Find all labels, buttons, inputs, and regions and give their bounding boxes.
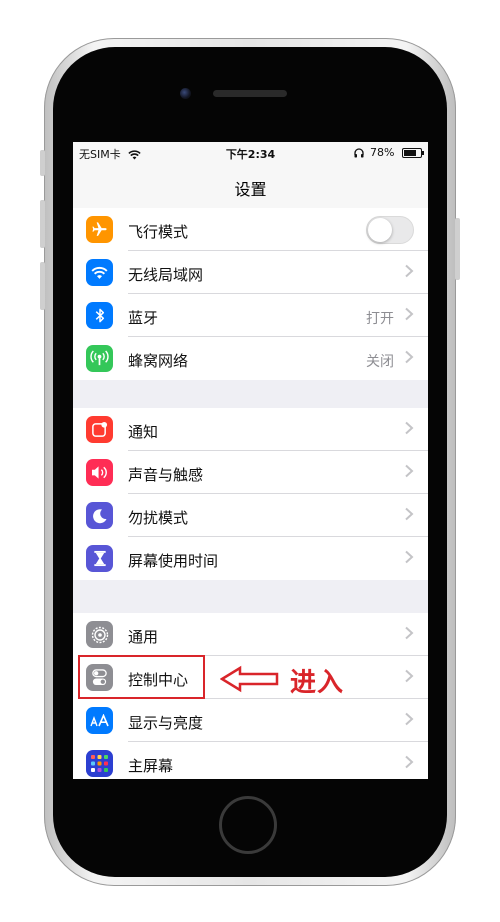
settings-row-label: 通用 — [128, 628, 159, 646]
chevron-right-icon — [405, 755, 414, 769]
settings-row-label: 通知 — [128, 423, 159, 441]
settings-row-cellular[interactable]: 蜂窝网络 关闭 — [73, 337, 428, 380]
chevron-right-icon — [405, 712, 414, 726]
settings-row-do-not-disturb[interactable]: 勿扰模式 — [73, 494, 428, 537]
settings-row-label: 飞行模式 — [128, 223, 189, 241]
left-arrow-icon — [220, 665, 279, 693]
mute-switch — [40, 150, 45, 176]
power-button — [455, 218, 460, 280]
bluetooth-icon — [86, 302, 113, 329]
volume-up-button — [40, 200, 45, 248]
toggle-knob — [368, 218, 392, 242]
settings-row-general[interactable]: 通用 — [73, 613, 428, 656]
gear-icon — [86, 621, 113, 648]
settings-row-label: 无线局域网 — [128, 266, 204, 284]
settings-row-sounds[interactable]: 声音与触感 — [73, 451, 428, 494]
chevron-right-icon — [405, 264, 414, 278]
bluetooth-status-value: 打开 — [366, 311, 394, 327]
chevron-right-icon — [405, 421, 414, 435]
settings-row-home-screen[interactable]: 主屏幕 — [73, 742, 428, 779]
settings-row-label: 声音与触感 — [128, 466, 204, 484]
chevron-right-icon — [405, 669, 414, 683]
notification-icon — [86, 416, 113, 443]
earpiece-speaker — [213, 90, 287, 97]
page-title: 设置 — [234, 180, 267, 199]
front-camera — [180, 88, 191, 99]
settings-row-notifications[interactable]: 通知 — [73, 408, 428, 451]
text-size-icon — [86, 707, 113, 734]
wifi-icon — [86, 259, 113, 286]
settings-row-label: 显示与亮度 — [128, 714, 204, 732]
chevron-right-icon — [405, 550, 414, 564]
headphone-icon — [353, 148, 364, 158]
settings-row-wifi[interactable]: 无线局域网 — [73, 251, 428, 294]
antenna-icon — [86, 345, 113, 372]
battery-fill — [404, 150, 416, 156]
settings-row-airplane-mode[interactable]: 飞行模式 — [73, 208, 428, 251]
annotation-label: 进入 — [290, 668, 345, 698]
settings-row-label: 蓝牙 — [128, 309, 159, 327]
chevron-right-icon — [405, 350, 414, 364]
status-bar: 无SIM卡 下午2:34 78% — [73, 142, 428, 164]
navigation-bar: 设置 — [73, 164, 428, 209]
settings-group-notifications: 通知 声音与触感 勿扰模式 屏幕使用时间 — [73, 408, 428, 580]
moon-icon — [86, 502, 113, 529]
hourglass-icon — [86, 545, 113, 572]
battery-icon — [402, 148, 424, 158]
settings-row-label: 主屏幕 — [128, 757, 174, 775]
status-right: 78% — [353, 146, 424, 159]
cellular-status-value: 关闭 — [366, 354, 394, 370]
airplane-icon — [86, 216, 113, 243]
settings-group-connectivity: 飞行模式 无线局域网 蓝牙 打开 蜂窝网络 关闭 — [73, 208, 428, 380]
chevron-right-icon — [405, 626, 414, 640]
settings-row-bluetooth[interactable]: 蓝牙 打开 — [73, 294, 428, 337]
settings-row-label: 屏幕使用时间 — [128, 552, 219, 570]
chevron-right-icon — [405, 307, 414, 321]
chevron-right-icon — [405, 464, 414, 478]
app-grid-icon — [86, 750, 113, 777]
settings-row-display-brightness[interactable]: 显示与亮度 — [73, 699, 428, 742]
speaker-icon — [86, 459, 113, 486]
settings-row-label: 勿扰模式 — [128, 509, 189, 527]
settings-row-screen-time[interactable]: 屏幕使用时间 — [73, 537, 428, 580]
control-center-highlight-box — [78, 655, 205, 699]
settings-row-label: 蜂窝网络 — [128, 352, 189, 370]
airplane-mode-toggle[interactable] — [366, 216, 414, 244]
battery-percent: 78% — [370, 146, 395, 159]
volume-down-button — [40, 262, 45, 310]
chevron-right-icon — [405, 507, 414, 521]
home-button[interactable] — [219, 796, 277, 854]
